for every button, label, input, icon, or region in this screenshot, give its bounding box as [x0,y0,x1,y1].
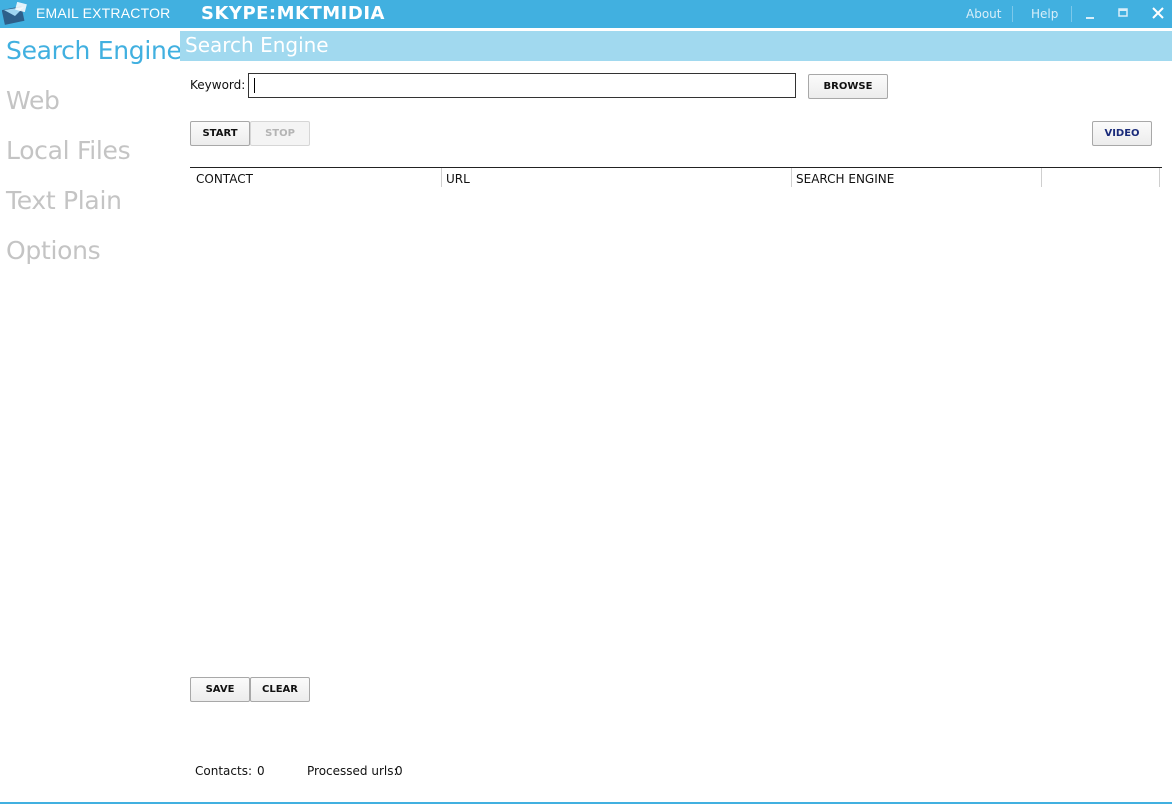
browse-button[interactable]: BROWSE [808,74,888,99]
maximize-icon[interactable] [1113,4,1133,24]
page-title: Search Engine [185,33,329,57]
minimize-icon[interactable] [1080,4,1100,24]
column-divider[interactable] [441,168,442,187]
keyword-label: Keyword: [190,78,246,92]
processed-urls-label: Processed urls: [307,764,398,778]
about-link[interactable]: About [966,7,1001,21]
video-button[interactable]: VIDEO [1092,121,1152,146]
page-header: Search Engine [180,31,1172,61]
nav-item-search-engine[interactable]: Search Engine [6,36,182,65]
app-title: EMAIL EXTRACTOR [36,5,171,21]
keyword-input[interactable] [248,73,796,98]
column-divider[interactable] [1041,168,1042,187]
table-top-border [190,167,1162,168]
app-logo-icon [1,1,28,26]
save-button[interactable]: SAVE [190,677,250,702]
title-bar: EMAIL EXTRACTOR SKYPE:MKTMIDIA About Hel… [0,0,1172,28]
banner-text: SKYPE:MKTMIDIA [201,3,385,24]
nav-item-text-plain[interactable]: Text Plain [6,186,122,215]
column-header-contact[interactable]: CONTACT [196,172,253,186]
nav-item-local-files[interactable]: Local Files [6,136,131,165]
column-header-url[interactable]: URL [446,172,470,186]
nav-item-options[interactable]: Options [6,236,101,265]
divider [1071,6,1072,22]
bottom-border [0,802,1172,804]
stop-button[interactable]: STOP [250,121,310,146]
column-header-search-engine[interactable]: SEARCH ENGINE [796,172,894,186]
column-divider[interactable] [1159,168,1160,187]
processed-urls-count: 0 [395,764,403,778]
help-link[interactable]: Help [1031,7,1058,21]
contacts-label: Contacts: [195,764,252,778]
column-divider[interactable] [791,168,792,187]
clear-button[interactable]: CLEAR [250,677,310,702]
divider [1012,6,1013,22]
close-icon[interactable] [1148,4,1168,24]
nav-item-web[interactable]: Web [6,86,60,115]
text-cursor [254,78,255,93]
start-button[interactable]: START [190,121,250,146]
contacts-count: 0 [257,764,265,778]
